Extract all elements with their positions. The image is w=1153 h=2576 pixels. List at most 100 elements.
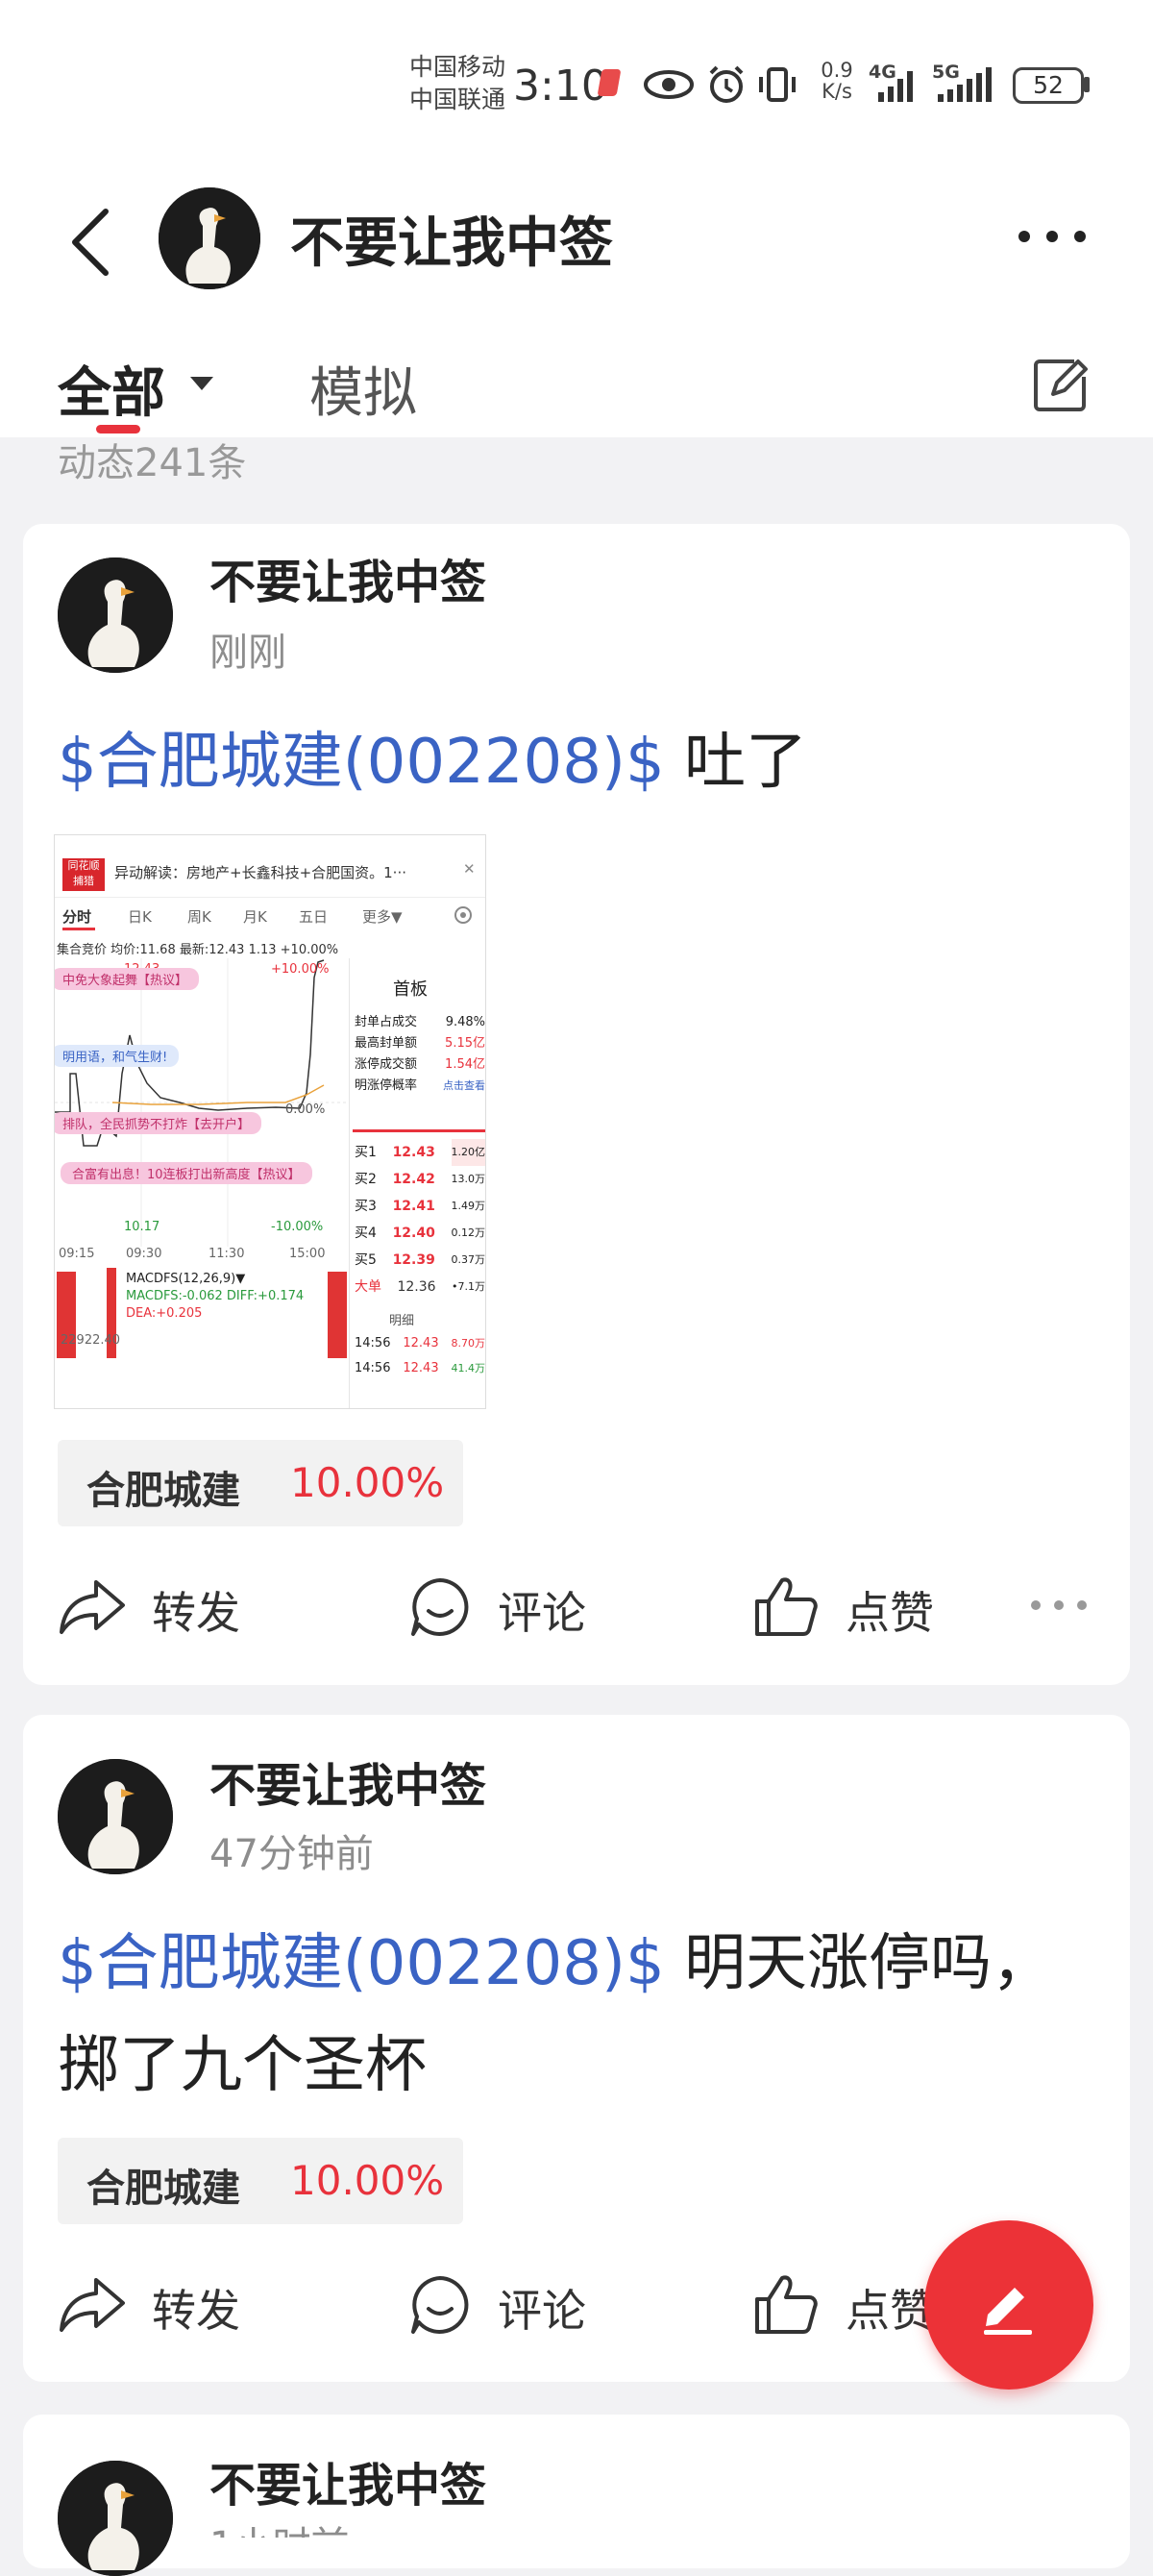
chip-change: 10.00%	[290, 1459, 445, 1506]
danmaku-bubble: 中免大象起舞【热议】	[55, 968, 200, 990]
stat-key: 最高封单额	[355, 1036, 418, 1051]
stock-link[interactable]: $合肥城建(002208)$	[58, 727, 665, 798]
post-card[interactable]	[23, 2415, 1130, 2568]
stock-chip[interactable]: 合肥城建 10.00%	[58, 2138, 463, 2224]
order-level: 大单	[355, 1279, 381, 1295]
order-row: 买3 12.41 1.49万	[355, 1193, 485, 1220]
comment-bubble-icon	[411, 2276, 469, 2334]
order-row: 买2 12.42 13.0万	[355, 1166, 485, 1193]
order-level: 买1	[355, 1145, 377, 1160]
panel-separator	[353, 1129, 485, 1132]
macd-title: MACDFS(12,26,9)▼	[126, 1272, 246, 1286]
tab-sim[interactable]: 模拟	[309, 350, 417, 428]
alarm-icon	[709, 65, 744, 103]
page-title: 不要让我中签	[290, 212, 613, 275]
tick-row: 14:56 12.43 8.70万	[355, 1331, 485, 1356]
dropdown-caret-icon[interactable]	[190, 377, 213, 392]
like-label: 点赞	[846, 1587, 934, 1639]
panel-divider	[349, 958, 350, 1408]
post-time: 1小时前	[209, 2514, 349, 2538]
back-arrow-icon[interactable]	[65, 206, 113, 279]
chip-stock-name: 合肥城建	[86, 2167, 240, 2211]
divider	[55, 897, 485, 898]
comment-button[interactable]: 评论	[409, 1573, 621, 1642]
post-content: $合肥城建(002208)$ 吐了	[58, 711, 1095, 813]
order-qty: 13.0万	[451, 1173, 486, 1185]
more-dots-icon[interactable]	[1017, 225, 1088, 248]
stat-row: 最高封单额 5.15亿	[355, 1033, 485, 1054]
ths-logo: 同花顺 捕猎	[62, 858, 105, 891]
header-avatar[interactable]	[159, 187, 260, 289]
status-time: 3:10	[513, 62, 608, 111]
order-book: 买1 12.43 1.20亿 买2 12.42 13.0万 买3 12.41 1.49万 买…	[355, 1139, 485, 1300]
post-line: $合肥城建(002208)$ 明天涨停吗，	[58, 1913, 1095, 2015]
chip-change: 10.00%	[290, 2157, 445, 2204]
order-price: 12.42	[392, 1172, 435, 1187]
post-count-strip: 动态241条	[0, 437, 1153, 485]
battery-tip	[1084, 77, 1090, 92]
tick-price: 12.43	[403, 1361, 439, 1375]
danmaku-bubble: 合富有出息！10连板打出新高度【热议】	[61, 1162, 312, 1184]
panel-title: 首板	[393, 979, 428, 1000]
speed-value: 0.9	[821, 59, 853, 82]
order-level: 买2	[355, 1172, 377, 1187]
tick-list: 14:56 12.43 8.70万 14:56 12.43 41.4万	[355, 1331, 485, 1381]
post-image[interactable]: 同花顺 捕猎 异动解读：房地产+长鑫科技+合肥国资。1··· ✕ 分时 日K 周K…	[54, 834, 486, 1409]
limit-stats: 封单占成交 9.48% 最高封单额 5.15亿 涨停成交额 1.54亿 明涨停概率 点击…	[355, 1012, 485, 1097]
compose-fab[interactable]	[924, 2220, 1093, 2390]
post-time-clip: 1小时前	[0, 2514, 1153, 2538]
thumb-tab-5day: 五日	[299, 908, 329, 926]
signal-1-icon	[878, 71, 913, 102]
time-label: 09:15	[59, 1247, 95, 1261]
tab-bar: 全部 模拟	[0, 317, 1153, 437]
ths-logo-line2: 捕猎	[73, 875, 94, 887]
repost-button[interactable]: 转发	[58, 2270, 269, 2340]
post-username[interactable]: 不要让我中签	[209, 1747, 486, 1815]
danmaku-bubble: 明用语，和气生财!	[55, 1045, 180, 1067]
stat-row: 涨停成交额 1.54亿	[355, 1054, 485, 1076]
tab-all[interactable]: 全部	[58, 350, 165, 428]
notification-icon	[597, 69, 622, 96]
post-more-icon[interactable]	[1030, 1598, 1088, 1613]
pencil-icon	[984, 2288, 1032, 2335]
thumb-tab-day: 日K	[128, 908, 152, 926]
edit-icon[interactable]	[1032, 356, 1090, 413]
post-time: 刚刚	[209, 631, 286, 675]
post-username[interactable]: 不要让我中签	[209, 2447, 486, 2514]
post-avatar[interactable]	[58, 557, 173, 673]
macd-values: MACDFS:-0.062 DIFF:+0.174	[126, 1289, 305, 1303]
post-time: 47分钟前	[209, 1832, 374, 1876]
order-qty: 0.37万	[451, 1253, 486, 1266]
thumbs-up-icon	[755, 2275, 818, 2334]
share-arrow-icon	[60, 2278, 125, 2332]
order-price: 12.43	[392, 1145, 435, 1160]
post-actions: 转发 评论 点赞	[58, 1573, 1095, 1642]
chart-header-line: 集合竞价 均价:11.68 最新:12.43 1.13 +10.00%	[57, 943, 339, 957]
post-text: 吐了	[664, 727, 808, 798]
close-icon[interactable]: ✕	[463, 860, 476, 878]
stock-link[interactable]: $合肥城建(002208)$	[58, 1928, 665, 1999]
repost-button[interactable]: 转发	[58, 1573, 269, 1642]
time-label: 15:00	[289, 1247, 326, 1261]
thumb-tab-week: 周K	[187, 908, 211, 926]
stock-chip[interactable]: 合肥城建 10.00%	[58, 1440, 463, 1526]
ths-logo-line1: 同花顺	[67, 859, 100, 872]
comment-label: 评论	[498, 1587, 586, 1639]
post-username[interactable]: 不要让我中签	[209, 544, 486, 611]
carrier-1: 中国移动	[409, 53, 506, 81]
order-price: 12.40	[392, 1226, 435, 1241]
vibrate-icon	[759, 67, 796, 102]
pct-zero: 0.00%	[285, 1102, 326, 1117]
post-content: $合肥城建(002208)$ 明天涨停吗， 掷了九个圣杯	[58, 1913, 1095, 2117]
price-low: 10.17	[124, 1220, 160, 1234]
comment-button[interactable]: 评论	[409, 2270, 621, 2340]
intraday-chart: 12.43 +10.00% 0.00% 10.17 -10.00% 中免大象起舞…	[55, 958, 349, 1247]
news-line: 异动解读：房地产+长鑫科技+合肥国资。1···	[114, 864, 406, 881]
order-price: 12.36	[397, 1279, 436, 1295]
battery-indicator: 52	[1013, 67, 1084, 104]
tick-price: 12.43	[403, 1336, 439, 1350]
comment-label: 评论	[498, 2285, 586, 2337]
stat-key: 明涨停概率	[355, 1078, 418, 1093]
like-button[interactable]: 点赞	[753, 1573, 965, 1642]
post-avatar[interactable]	[58, 1759, 173, 1874]
